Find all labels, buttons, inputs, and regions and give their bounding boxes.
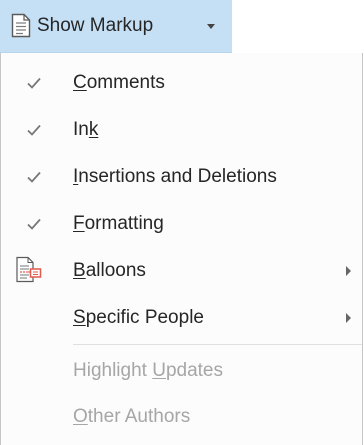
menu-item-insertions-and-deletions[interactable]: Insertions and Deletions <box>1 153 362 201</box>
chevron-right-icon <box>346 266 351 276</box>
menu-item-label: Other Authors <box>73 406 191 427</box>
menu-item-label: Specific People <box>73 307 204 328</box>
document-icon <box>11 13 31 38</box>
show-markup-label: Show Markup <box>37 15 154 36</box>
menu-item-ink[interactable]: Ink <box>1 106 362 154</box>
checkmark-icon <box>27 218 41 230</box>
balloons-icon <box>16 256 42 283</box>
menu-item-formatting[interactable]: Formatting <box>1 200 362 248</box>
menu-item-label: Formatting <box>73 213 164 234</box>
checkmark-icon <box>27 124 41 136</box>
menu-item-label: Ink <box>73 119 99 140</box>
menu-item-balloons[interactable]: Balloons <box>1 247 362 295</box>
chevron-down-icon <box>207 24 215 29</box>
menu-item-highlight-updates: Highlight Updates <box>1 347 362 395</box>
menu-item-label: Insertions and Deletions <box>73 166 277 187</box>
menu-item-label: Balloons <box>73 260 146 281</box>
menu-item-label: Highlight Updates <box>73 360 223 381</box>
menu-item-specific-people[interactable]: Specific People <box>1 294 362 342</box>
menu-item-other-authors: Other Authors <box>1 393 362 441</box>
show-markup-menu: Comments Ink Insertions and Deletions Fo… <box>0 53 363 445</box>
chevron-right-icon <box>346 313 351 323</box>
show-markup-button[interactable]: Show Markup <box>0 0 232 53</box>
menu-item-comments[interactable]: Comments <box>1 59 362 107</box>
menu-item-label: Comments <box>73 72 165 93</box>
show-markup-screen: Show Markup Comments Ink Insertions and … <box>0 0 364 445</box>
menu-separator <box>73 344 362 345</box>
checkmark-icon <box>27 77 41 89</box>
checkmark-icon <box>27 171 41 183</box>
